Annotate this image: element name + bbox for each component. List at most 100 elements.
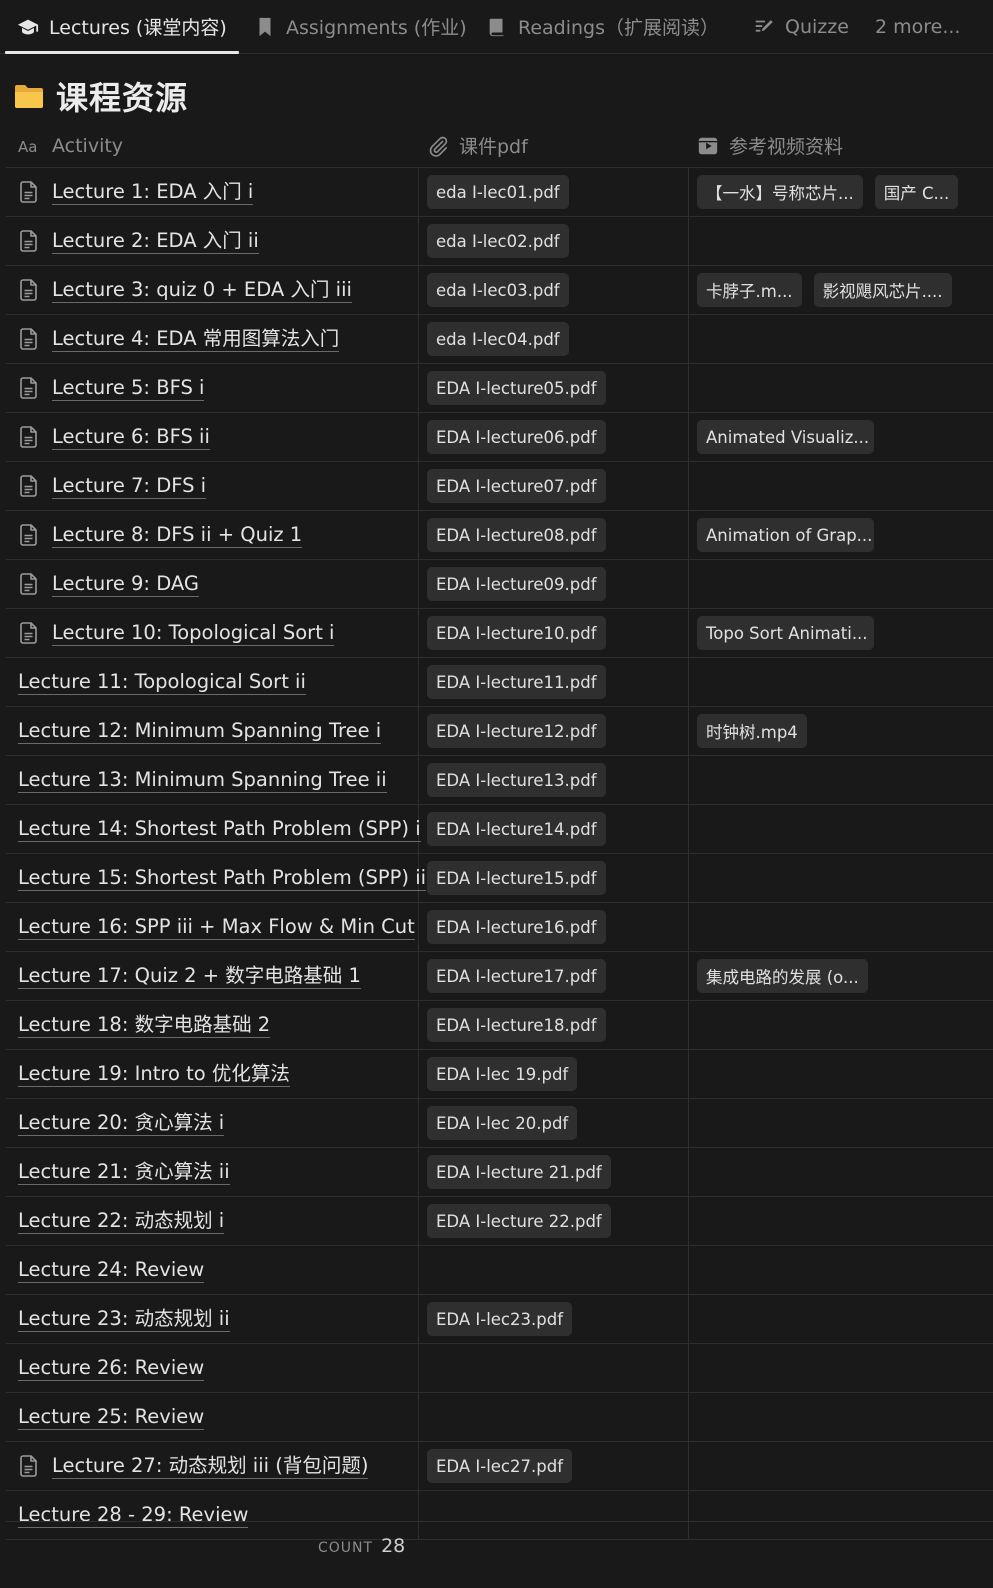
pdf-file-chip[interactable]: eda I-lec02.pdf [427, 224, 569, 258]
tab-quizzes[interactable]: Quizze [753, 0, 849, 53]
pdf-cell[interactable]: EDA I-lecture18.pdf [419, 1001, 689, 1049]
lecture-title-link[interactable]: Lecture 20: 贪心算法 i [18, 1111, 225, 1136]
activity-cell[interactable]: Lecture 27: 动态规划 iii (背包问题) [6, 1442, 419, 1490]
lecture-title-link[interactable]: Lecture 25: Review [18, 1405, 205, 1430]
video-cell[interactable] [689, 1442, 993, 1490]
activity-cell[interactable]: Lecture 18: 数字电路基础 2 [6, 1001, 419, 1049]
pdf-cell[interactable]: EDA I-lecture06.pdf [419, 413, 689, 461]
lecture-title-link[interactable]: Lecture 27: 动态规划 iii (背包问题) [52, 1454, 369, 1479]
video-cell[interactable] [689, 1393, 993, 1441]
video-cell[interactable] [689, 1099, 993, 1147]
video-file-chip[interactable]: 【一水】号称芯片... [697, 175, 863, 209]
lecture-title-link[interactable]: Lecture 21: 贪心算法 ii [18, 1160, 230, 1185]
pdf-file-chip[interactable]: EDA I-lecture06.pdf [427, 420, 606, 454]
video-file-chip[interactable]: Animation of Grap... [697, 518, 874, 552]
lecture-title-link[interactable]: Lecture 17: Quiz 2 + 数字电路基础 1 [18, 964, 361, 989]
pdf-cell[interactable]: EDA I-lecture07.pdf [419, 462, 689, 510]
pdf-cell[interactable]: EDA I-lec 20.pdf [419, 1099, 689, 1147]
table-row[interactable]: Lecture 23: 动态规划 ii EDA I-lec23.pdf [6, 1295, 993, 1344]
table-row[interactable]: Lecture 14: Shortest Path Problem (SPP) … [6, 805, 993, 854]
lecture-title-link[interactable]: Lecture 4: EDA 常用图算法入门 [52, 327, 340, 352]
pdf-file-chip[interactable]: EDA I-lecture08.pdf [427, 518, 606, 552]
lecture-title-link[interactable]: Lecture 7: DFS i [52, 474, 207, 499]
pdf-file-chip[interactable]: EDA I-lecture09.pdf [427, 567, 606, 601]
video-cell[interactable] [689, 217, 993, 265]
lecture-title-link[interactable]: Lecture 22: 动态规划 i [18, 1209, 225, 1234]
table-row[interactable]: Lecture 1: EDA 入门 i eda I-lec01.pdf 【一水】号称… [6, 168, 993, 217]
pdf-file-chip[interactable]: EDA I-lecture14.pdf [427, 812, 606, 846]
activity-cell[interactable]: Lecture 15: Shortest Path Problem (SPP) … [6, 854, 427, 902]
video-cell[interactable] [689, 315, 993, 363]
video-cell[interactable]: 卡脖子.m... 影视飓风芯片.... [689, 266, 993, 314]
activity-cell[interactable]: Lecture 21: 贪心算法 ii [6, 1148, 419, 1196]
pdf-cell[interactable]: EDA I-lecture16.pdf [419, 903, 689, 951]
table-row[interactable]: Lecture 26: Review [6, 1344, 993, 1393]
pdf-cell[interactable]: EDA I-lecture 21.pdf [419, 1148, 689, 1196]
pdf-file-chip[interactable]: EDA I-lecture 22.pdf [427, 1204, 611, 1238]
count-calculation[interactable]: COUNT 28 [318, 1535, 405, 1557]
more-views-button[interactable]: 2 more... [875, 0, 960, 53]
pdf-cell[interactable]: eda I-lec04.pdf [419, 315, 689, 363]
lecture-title-link[interactable]: Lecture 6: BFS ii [52, 425, 210, 450]
lecture-title-link[interactable]: Lecture 16: SPP iii + Max Flow & Min Cut [18, 915, 415, 940]
column-header-pdf[interactable]: 课件pdf [427, 123, 528, 168]
lecture-title-link[interactable]: Lecture 9: DAG [52, 572, 199, 597]
video-cell[interactable]: Animation of Grap... [689, 511, 993, 559]
video-cell[interactable]: Topo Sort Animati... [689, 609, 993, 657]
video-cell[interactable] [689, 805, 993, 853]
video-cell[interactable] [689, 364, 993, 412]
table-row[interactable]: Lecture 17: Quiz 2 + 数字电路基础 1 EDA I-lectu… [6, 952, 993, 1001]
pdf-file-chip[interactable]: EDA I-lecture12.pdf [427, 714, 606, 748]
lecture-title-link[interactable]: Lecture 11: Topological Sort ii [18, 670, 306, 695]
activity-cell[interactable]: Lecture 26: Review [6, 1344, 419, 1392]
lecture-title-link[interactable]: Lecture 10: Topological Sort i [52, 621, 335, 646]
activity-cell[interactable]: Lecture 3: quiz 0 + EDA 入门 iii [6, 266, 419, 314]
table-row[interactable]: Lecture 25: Review [6, 1393, 993, 1442]
pdf-cell[interactable]: EDA I-lecture17.pdf [419, 952, 689, 1000]
lecture-title-link[interactable]: Lecture 14: Shortest Path Problem (SPP) … [18, 817, 421, 842]
pdf-file-chip[interactable]: EDA I-lecture07.pdf [427, 469, 606, 503]
video-cell[interactable]: 集成电路的发展 (o... [689, 952, 993, 1000]
video-cell[interactable]: 【一水】号称芯片... 国产 C... [689, 168, 993, 216]
lecture-title-link[interactable]: Lecture 2: EDA 入门 ii [52, 229, 259, 254]
table-row[interactable]: Lecture 8: DFS ii + Quiz 1 EDA I-lecture0… [6, 511, 993, 560]
activity-cell[interactable]: Lecture 25: Review [6, 1393, 419, 1441]
pdf-cell[interactable] [419, 1393, 689, 1441]
pdf-cell[interactable]: eda I-lec02.pdf [419, 217, 689, 265]
video-cell[interactable]: 时钟树.mp4 [689, 707, 993, 755]
pdf-file-chip[interactable]: EDA I-lecture16.pdf [427, 910, 606, 944]
activity-cell[interactable]: Lecture 22: 动态规划 i [6, 1197, 419, 1245]
activity-cell[interactable]: Lecture 8: DFS ii + Quiz 1 [6, 511, 419, 559]
table-row[interactable]: Lecture 9: DAG EDA I-lecture09.pdf [6, 560, 993, 609]
video-cell[interactable] [689, 560, 993, 608]
video-file-chip[interactable]: 国产 C... [874, 175, 959, 209]
pdf-cell[interactable]: EDA I-lecture15.pdf [419, 854, 689, 902]
column-header-videos[interactable]: 参考视频资料 [697, 123, 843, 168]
lecture-title-link[interactable]: Lecture 18: 数字电路基础 2 [18, 1013, 271, 1038]
activity-cell[interactable]: Lecture 20: 贪心算法 i [6, 1099, 419, 1147]
tab-assignments[interactable]: Assignments (作业) [254, 0, 467, 53]
table-row[interactable]: Lecture 12: Minimum Spanning Tree i EDA I… [6, 707, 993, 756]
table-row[interactable]: Lecture 18: 数字电路基础 2 EDA I-lecture18.pdf [6, 1001, 993, 1050]
table-row[interactable]: Lecture 13: Minimum Spanning Tree ii EDA … [6, 756, 993, 805]
pdf-file-chip[interactable]: eda I-lec04.pdf [427, 322, 569, 356]
pdf-file-chip[interactable]: eda I-lec01.pdf [427, 175, 569, 209]
pdf-cell[interactable]: eda I-lec01.pdf [419, 168, 689, 216]
video-file-chip[interactable]: 卡脖子.m... [697, 273, 802, 307]
video-cell[interactable] [689, 1197, 993, 1245]
activity-cell[interactable]: Lecture 9: DAG [6, 560, 419, 608]
pdf-cell[interactable]: eda I-lec03.pdf [419, 266, 689, 314]
pdf-file-chip[interactable]: EDA I-lecture15.pdf [427, 861, 606, 895]
pdf-cell[interactable]: EDA I-lecture08.pdf [419, 511, 689, 559]
lecture-title-link[interactable]: Lecture 26: Review [18, 1356, 205, 1381]
activity-cell[interactable]: Lecture 5: BFS i [6, 364, 419, 412]
pdf-file-chip[interactable]: EDA I-lecture 21.pdf [427, 1155, 611, 1189]
pdf-cell[interactable]: EDA I-lecture14.pdf [419, 805, 689, 853]
pdf-cell[interactable]: EDA I-lecture09.pdf [419, 560, 689, 608]
table-row[interactable]: Lecture 15: Shortest Path Problem (SPP) … [6, 854, 993, 903]
lecture-title-link[interactable]: Lecture 23: 动态规划 ii [18, 1307, 230, 1332]
video-cell[interactable] [689, 756, 993, 804]
pdf-file-chip[interactable]: EDA I-lecture13.pdf [427, 763, 606, 797]
video-cell[interactable] [689, 462, 993, 510]
table-row[interactable]: Lecture 24: Review [6, 1246, 993, 1295]
